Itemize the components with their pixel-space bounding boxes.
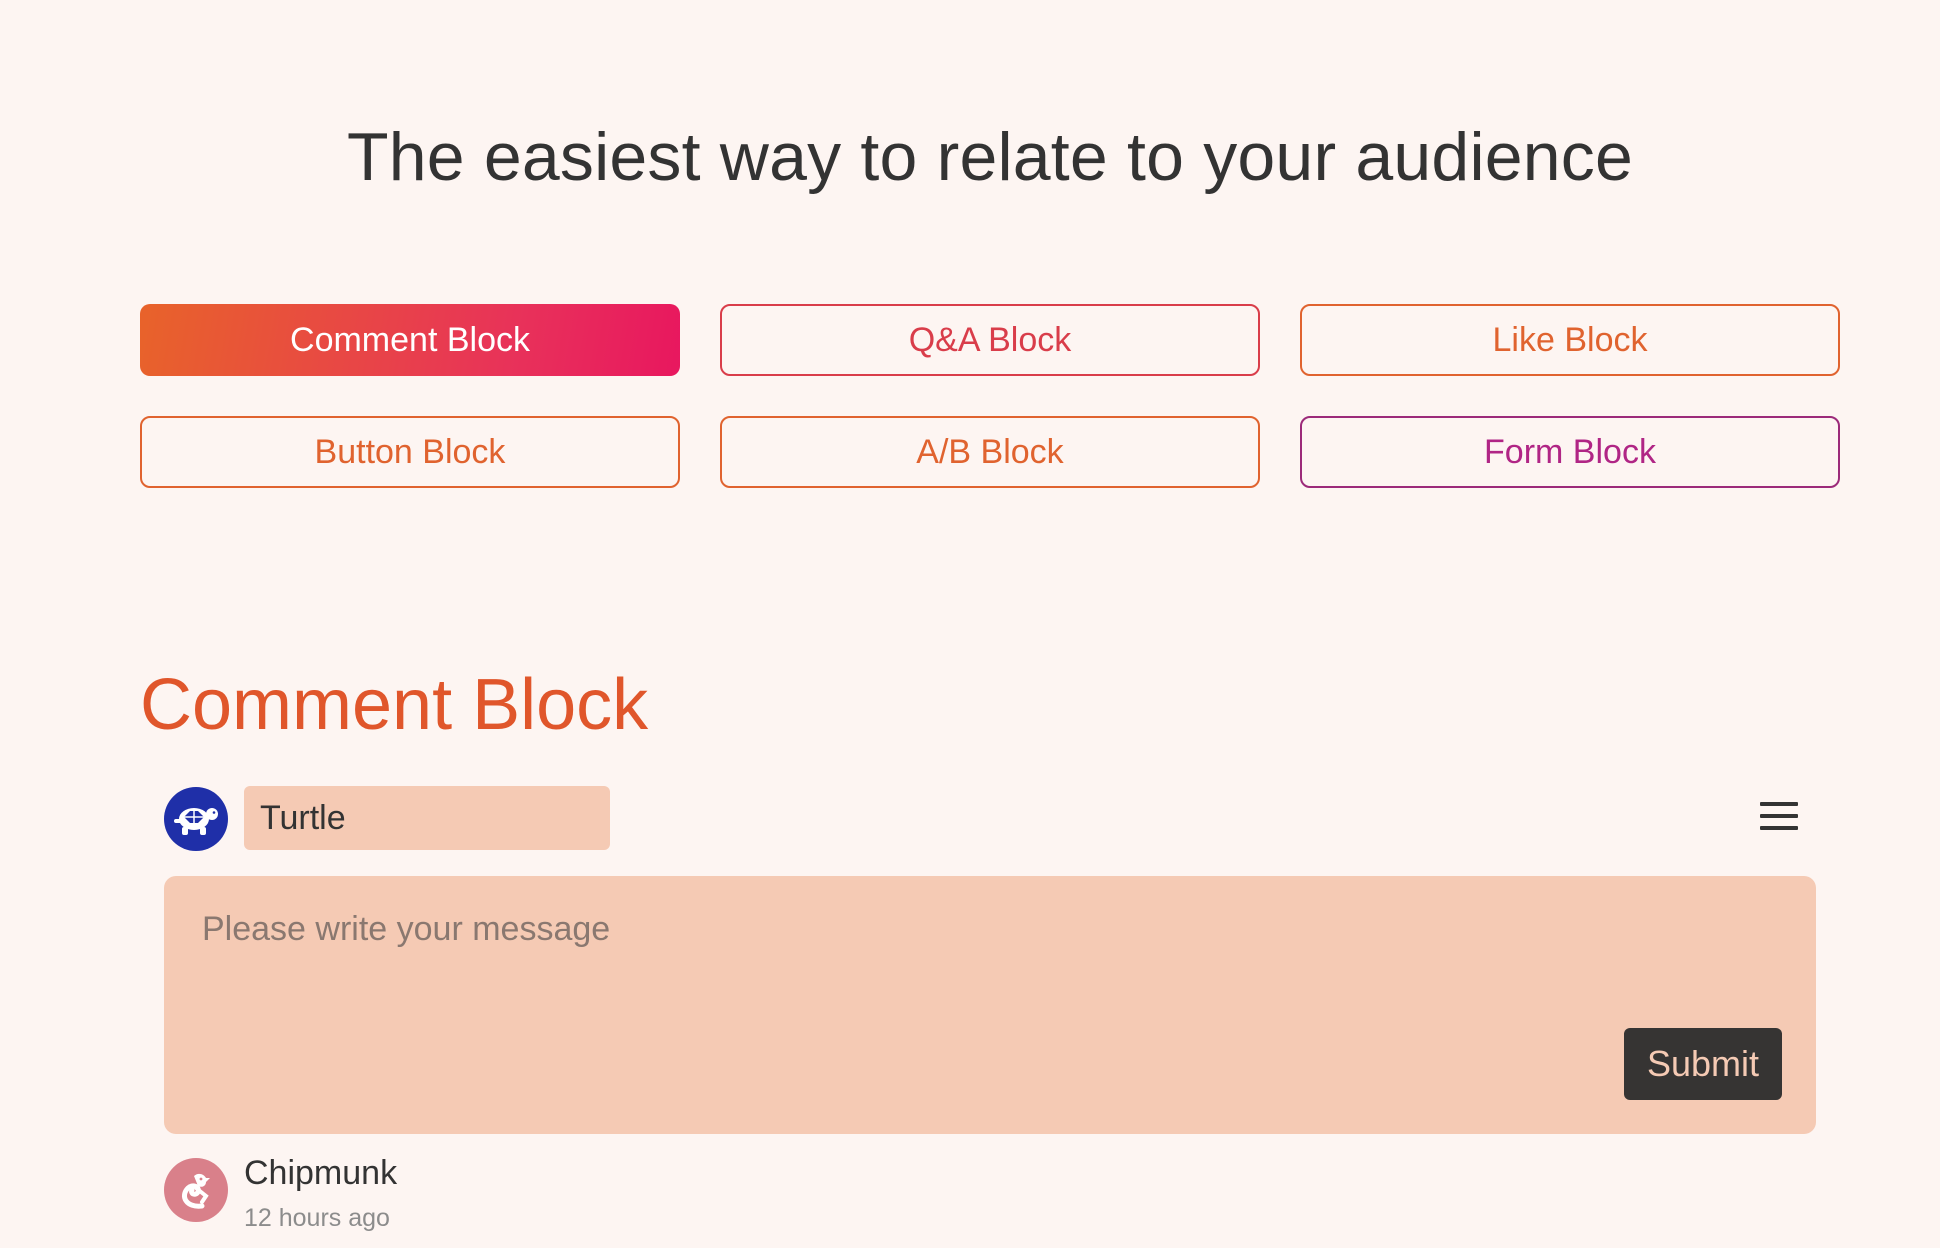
page-headline: The easiest way to relate to your audien… <box>346 119 1634 195</box>
comment-timestamp: 12 hours ago <box>244 1204 390 1232</box>
chipmunk-icon-graphic <box>182 1173 210 1209</box>
turtle-icon-graphic <box>174 808 218 835</box>
submit-button[interactable]: Submit <box>1624 1028 1782 1100</box>
author-name-input[interactable] <box>244 786 610 850</box>
tab-like-block[interactable]: Like Block <box>1300 304 1840 376</box>
tab-form-block[interactable]: Form Block <box>1300 416 1840 488</box>
tab-qa-block[interactable]: Q&A Block <box>720 304 1260 376</box>
turtle-icon[interactable] <box>164 787 228 851</box>
hamburger-menu-icon[interactable] <box>1760 796 1804 836</box>
menu-line <box>1760 802 1798 806</box>
tab-button-block[interactable]: Button Block <box>140 416 680 488</box>
section-title: Comment Block <box>140 665 649 745</box>
tab-ab-block[interactable]: A/B Block <box>720 416 1260 488</box>
chipmunk-icon <box>164 1158 228 1222</box>
comment-author-row <box>164 786 1824 852</box>
comment-author: Chipmunk <box>244 1154 398 1192</box>
comment-item: Chipmunk 12 hours ago <box>164 1154 964 1246</box>
tab-comment-block[interactable]: Comment Block <box>140 304 680 376</box>
block-type-tabs: Comment Block Q&A Block Like Block Butto… <box>140 304 1840 488</box>
menu-line <box>1760 814 1798 818</box>
menu-line <box>1760 826 1798 830</box>
message-input[interactable] <box>164 876 1816 1134</box>
comment-composer: Submit <box>164 876 1816 1134</box>
